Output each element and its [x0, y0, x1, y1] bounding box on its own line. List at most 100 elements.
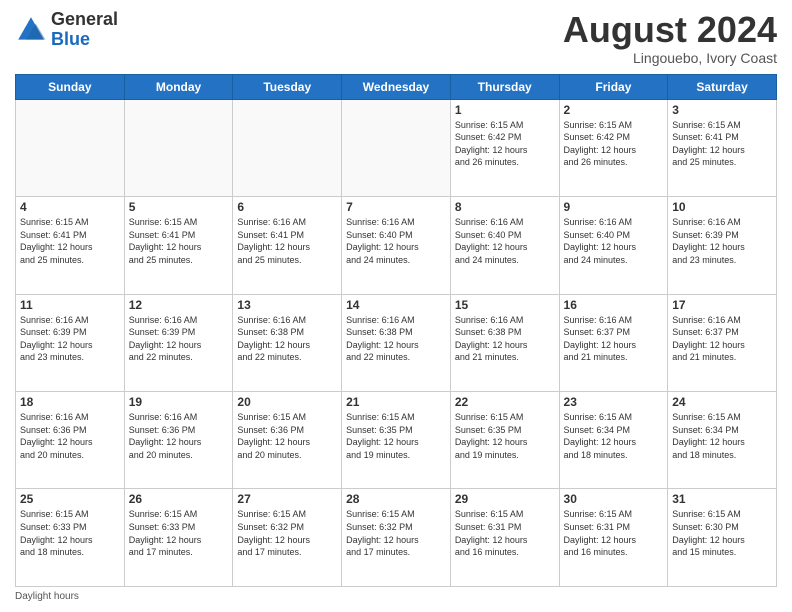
- day-number: 1: [455, 103, 555, 117]
- calendar-cell: 12 Sunrise: 6:16 AM Sunset: 6:39 PM Dayli…: [124, 294, 233, 391]
- calendar-cell: 14Sunrise: 6:16 AM Sunset: 6:38 PM Dayli…: [342, 294, 451, 391]
- day-number: 10: [672, 200, 772, 214]
- day-info: Sunrise: 6:16 AM Sunset: 6:38 PM Dayligh…: [346, 314, 446, 364]
- calendar-cell: [342, 99, 451, 196]
- day-info: Sunrise: 6:15 AM Sunset: 6:42 PM Dayligh…: [455, 119, 555, 169]
- day-number: 12: [129, 298, 229, 312]
- day-info: Sunrise: 6:15 AM Sunset: 6:30 PM Dayligh…: [672, 508, 772, 558]
- day-number: 28: [346, 492, 446, 506]
- day-number: 11: [20, 298, 120, 312]
- day-info: Sunrise: 6:16 AM Sunset: 6:39 PM Dayligh…: [672, 216, 772, 266]
- calendar-cell: 1 Sunrise: 6:15 AM Sunset: 6:42 PM Daylig…: [450, 99, 559, 196]
- calendar-cell: 27Sunrise: 6:15 AM Sunset: 6:32 PM Dayli…: [233, 489, 342, 587]
- day-number: 2: [564, 103, 664, 117]
- day-number: 5: [129, 200, 229, 214]
- weekday-header-friday: Friday: [559, 74, 668, 99]
- day-number: 31: [672, 492, 772, 506]
- calendar-cell: 18Sunrise: 6:16 AM Sunset: 6:36 PM Dayli…: [16, 392, 125, 489]
- day-info: Sunrise: 6:15 AM Sunset: 6:33 PM Dayligh…: [129, 508, 229, 558]
- day-number: 22: [455, 395, 555, 409]
- calendar-cell: 3 Sunrise: 6:15 AM Sunset: 6:41 PM Daylig…: [668, 99, 777, 196]
- day-info: Sunrise: 6:15 AM Sunset: 6:41 PM Dayligh…: [672, 119, 772, 169]
- calendar-week-5: 25 Sunrise: 6:15 AM Sunset: 6:33 PM Dayli…: [16, 489, 777, 587]
- calendar-table: SundayMondayTuesdayWednesdayThursdayFrid…: [15, 74, 777, 587]
- day-info: Sunrise: 6:15 AM Sunset: 6:41 PM Dayligh…: [129, 216, 229, 266]
- day-info: Sunrise: 6:15 AM Sunset: 6:42 PM Dayligh…: [564, 119, 664, 169]
- calendar-cell: 17 Sunrise: 6:16 AM Sunset: 6:37 PM Dayli…: [668, 294, 777, 391]
- day-info: Sunrise: 6:15 AM Sunset: 6:41 PM Dayligh…: [20, 216, 120, 266]
- day-info: Sunrise: 6:16 AM Sunset: 6:39 PM Dayligh…: [129, 314, 229, 364]
- header: General Blue August 2024 Lingouebo, Ivor…: [15, 10, 777, 66]
- day-number: 20: [237, 395, 337, 409]
- page: General Blue August 2024 Lingouebo, Ivor…: [0, 0, 792, 612]
- calendar-cell: [16, 99, 125, 196]
- day-info: Sunrise: 6:16 AM Sunset: 6:38 PM Dayligh…: [237, 314, 337, 364]
- day-info: Sunrise: 6:16 AM Sunset: 6:40 PM Dayligh…: [564, 216, 664, 266]
- calendar-cell: 25 Sunrise: 6:15 AM Sunset: 6:33 PM Dayli…: [16, 489, 125, 587]
- calendar-cell: 8 Sunrise: 6:16 AM Sunset: 6:40 PM Daylig…: [450, 197, 559, 294]
- day-info: Sunrise: 6:15 AM Sunset: 6:34 PM Dayligh…: [564, 411, 664, 461]
- calendar-week-3: 11 Sunrise: 6:16 AM Sunset: 6:39 PM Dayli…: [16, 294, 777, 391]
- day-info: Sunrise: 6:15 AM Sunset: 6:31 PM Dayligh…: [455, 508, 555, 558]
- day-info: Sunrise: 6:16 AM Sunset: 6:37 PM Dayligh…: [564, 314, 664, 364]
- weekday-header-monday: Monday: [124, 74, 233, 99]
- day-number: 27: [237, 492, 337, 506]
- calendar-cell: 23 Sunrise: 6:15 AM Sunset: 6:34 PM Dayli…: [559, 392, 668, 489]
- calendar-cell: 21Sunrise: 6:15 AM Sunset: 6:35 PM Dayli…: [342, 392, 451, 489]
- day-info: Sunrise: 6:16 AM Sunset: 6:36 PM Dayligh…: [129, 411, 229, 461]
- day-number: 6: [237, 200, 337, 214]
- day-number: 13: [237, 298, 337, 312]
- calendar-cell: 7 Sunrise: 6:16 AM Sunset: 6:40 PM Daylig…: [342, 197, 451, 294]
- calendar-cell: [233, 99, 342, 196]
- logo-icon: [15, 14, 47, 46]
- calendar-week-1: 1 Sunrise: 6:15 AM Sunset: 6:42 PM Daylig…: [16, 99, 777, 196]
- calendar-cell: 9 Sunrise: 6:16 AM Sunset: 6:40 PM Daylig…: [559, 197, 668, 294]
- day-info: Sunrise: 6:16 AM Sunset: 6:37 PM Dayligh…: [672, 314, 772, 364]
- calendar-cell: 15 Sunrise: 6:16 AM Sunset: 6:38 PM Dayli…: [450, 294, 559, 391]
- day-number: 29: [455, 492, 555, 506]
- weekday-header-row: SundayMondayTuesdayWednesdayThursdayFrid…: [16, 74, 777, 99]
- calendar-cell: 4Sunrise: 6:15 AM Sunset: 6:41 PM Daylig…: [16, 197, 125, 294]
- calendar-cell: 29 Sunrise: 6:15 AM Sunset: 6:31 PM Dayli…: [450, 489, 559, 587]
- month-title: August 2024: [563, 10, 777, 50]
- day-info: Sunrise: 6:16 AM Sunset: 6:41 PM Dayligh…: [237, 216, 337, 266]
- day-number: 25: [20, 492, 120, 506]
- day-info: Sunrise: 6:15 AM Sunset: 6:33 PM Dayligh…: [20, 508, 120, 558]
- day-info: Sunrise: 6:16 AM Sunset: 6:38 PM Dayligh…: [455, 314, 555, 364]
- day-number: 8: [455, 200, 555, 214]
- day-info: Sunrise: 6:16 AM Sunset: 6:36 PM Dayligh…: [20, 411, 120, 461]
- title-block: August 2024 Lingouebo, Ivory Coast: [563, 10, 777, 66]
- calendar-cell: 26 Sunrise: 6:15 AM Sunset: 6:33 PM Dayli…: [124, 489, 233, 587]
- calendar-cell: [124, 99, 233, 196]
- day-number: 24: [672, 395, 772, 409]
- calendar-cell: 19 Sunrise: 6:16 AM Sunset: 6:36 PM Dayli…: [124, 392, 233, 489]
- day-number: 9: [564, 200, 664, 214]
- calendar-cell: 6 Sunrise: 6:16 AM Sunset: 6:41 PM Daylig…: [233, 197, 342, 294]
- calendar-cell: 5 Sunrise: 6:15 AM Sunset: 6:41 PM Daylig…: [124, 197, 233, 294]
- logo: General Blue: [15, 10, 118, 50]
- day-info: Sunrise: 6:15 AM Sunset: 6:35 PM Dayligh…: [346, 411, 446, 461]
- day-info: Sunrise: 6:15 AM Sunset: 6:32 PM Dayligh…: [346, 508, 446, 558]
- logo-general-text: General: [51, 9, 118, 29]
- logo-blue-text: Blue: [51, 29, 90, 49]
- calendar-cell: 24Sunrise: 6:15 AM Sunset: 6:34 PM Dayli…: [668, 392, 777, 489]
- day-info: Sunrise: 6:16 AM Sunset: 6:40 PM Dayligh…: [346, 216, 446, 266]
- day-number: 19: [129, 395, 229, 409]
- weekday-header-tuesday: Tuesday: [233, 74, 342, 99]
- day-info: Sunrise: 6:15 AM Sunset: 6:35 PM Dayligh…: [455, 411, 555, 461]
- day-number: 23: [564, 395, 664, 409]
- day-number: 3: [672, 103, 772, 117]
- calendar-cell: 2 Sunrise: 6:15 AM Sunset: 6:42 PM Daylig…: [559, 99, 668, 196]
- calendar-cell: 16 Sunrise: 6:16 AM Sunset: 6:37 PM Dayli…: [559, 294, 668, 391]
- calendar-cell: 13 Sunrise: 6:16 AM Sunset: 6:38 PM Dayli…: [233, 294, 342, 391]
- day-number: 17: [672, 298, 772, 312]
- location-subtitle: Lingouebo, Ivory Coast: [563, 50, 777, 66]
- day-number: 15: [455, 298, 555, 312]
- day-number: 7: [346, 200, 446, 214]
- calendar-cell: 30Sunrise: 6:15 AM Sunset: 6:31 PM Dayli…: [559, 489, 668, 587]
- day-info: Sunrise: 6:16 AM Sunset: 6:40 PM Dayligh…: [455, 216, 555, 266]
- footer-note: Daylight hours: [15, 591, 777, 602]
- day-number: 26: [129, 492, 229, 506]
- day-number: 16: [564, 298, 664, 312]
- calendar-week-2: 4Sunrise: 6:15 AM Sunset: 6:41 PM Daylig…: [16, 197, 777, 294]
